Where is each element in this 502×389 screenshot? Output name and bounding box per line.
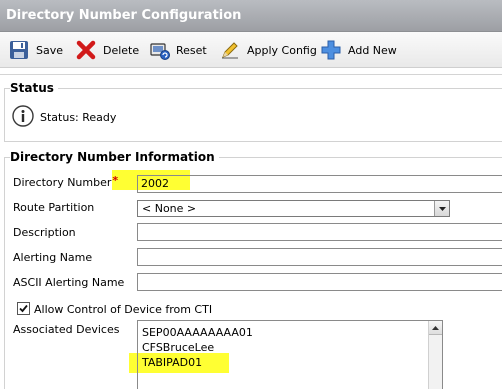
checkmark-icon [19,304,28,313]
save-label: Save [36,43,64,57]
toolbar-divider [0,74,502,75]
allow-cti-label: Allow Control of Device from CTI [34,303,213,316]
list-item[interactable]: SEP00AAAAAAAA01 [142,326,253,339]
toolbar: Save Delete Reset Apply Config Add New [0,32,502,68]
required-marker: * [112,174,119,187]
associated-devices-listbox[interactable]: SEP00AAAAAAAA01 CFSBruceLee TABIPAD01 [137,320,443,389]
delete-button[interactable]: Delete [75,38,139,62]
save-button[interactable]: Save [8,38,63,62]
route-partition-label: Route Partition [13,201,95,214]
directory-number-input[interactable]: 2002 [137,175,502,193]
directory-number-value: 2002 [141,177,169,190]
ascii-alerting-name-input[interactable] [137,273,502,291]
ascii-alerting-name-label: ASCII Alerting Name [13,276,125,289]
description-label: Description [13,226,76,239]
title-bar: Directory Number Configuration [0,0,502,32]
status-text: Status: Ready [40,111,117,124]
status-legend: Status [10,81,58,95]
route-partition-select[interactable]: < None > [137,200,450,217]
reset-icon [148,39,170,61]
associated-devices-label: Associated Devices [13,323,120,336]
allow-cti-checkbox[interactable] [17,302,30,315]
info-icon [12,105,34,130]
alerting-name-label: Alerting Name [13,251,93,264]
delete-label: Delete [103,43,140,57]
apply-config-button[interactable]: Apply Config [219,38,317,62]
scroll-up-button[interactable] [429,321,442,335]
description-input[interactable] [137,223,502,241]
apply-config-label: Apply Config [247,43,317,57]
chevron-down-icon[interactable] [434,201,449,216]
directory-number-label: Directory Number* [13,174,119,189]
list-item[interactable]: CFSBruceLee [142,341,214,354]
page-title: Directory Number Configuration [6,8,242,23]
listbox-scrollbar[interactable] [428,321,442,389]
add-new-button[interactable]: Add New [320,38,397,62]
add-new-label: Add New [348,43,397,57]
status-row: Status: Ready [12,105,116,130]
add-new-icon [320,39,342,61]
route-partition-value: < None > [142,202,197,215]
reset-label: Reset [176,43,207,57]
list-item[interactable]: TABIPAD01 [142,356,202,369]
dn-info-legend: Directory Number Information [10,150,219,164]
chevron-up-icon [432,326,439,330]
reset-button[interactable]: Reset [148,38,207,62]
delete-icon [75,39,97,61]
save-icon [8,39,30,61]
alerting-name-input[interactable] [137,248,502,266]
apply-config-icon [219,39,241,61]
directory-number-label-text: Directory Number [13,176,112,189]
